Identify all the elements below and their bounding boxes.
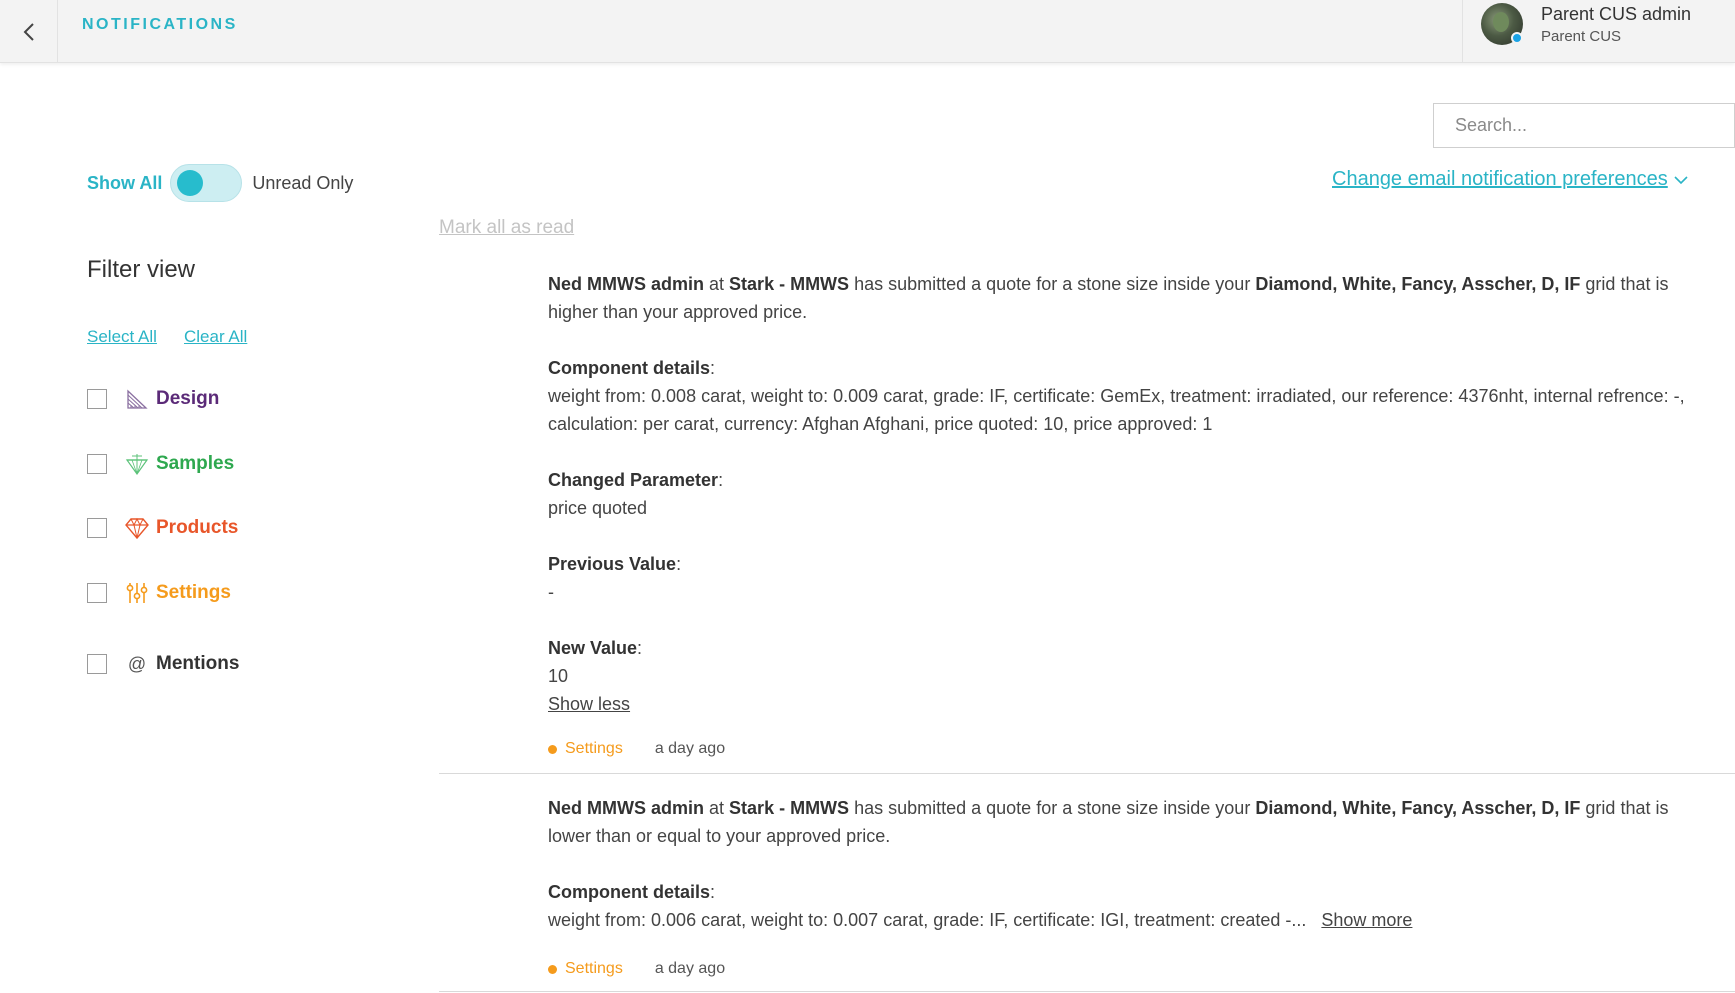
- user-name: Parent CUS admin: [1541, 4, 1692, 24]
- changed-parameter-value: price quoted: [548, 498, 648, 518]
- products-icon: [124, 515, 150, 541]
- filter-item-settings[interactable]: Settings: [87, 579, 231, 607]
- show-more-link[interactable]: Show more: [1321, 910, 1412, 930]
- author-name: Ned MMWS admin: [548, 798, 704, 818]
- grid-name: Diamond, White, Fancy, Asscher, D, IF: [1255, 798, 1581, 818]
- changed-parameter-label: Changed Parameter: [548, 470, 719, 490]
- filter-label-design: Design: [156, 388, 220, 409]
- category-label: Settings: [565, 740, 623, 757]
- settings-checkbox[interactable]: [87, 583, 107, 603]
- mark-all-read-link[interactable]: Mark all as read: [439, 217, 574, 239]
- user-menu[interactable]: Parent CUS admin Parent CUS: [1462, 0, 1735, 63]
- previous-value: -: [548, 582, 554, 602]
- notification-message: Ned MMWS admin at Stark - MMWS has submi…: [548, 794, 1698, 850]
- chevron-left-icon: [23, 22, 34, 41]
- new-value-label: New Value: [548, 638, 638, 658]
- show-all-label[interactable]: Show All: [87, 173, 162, 194]
- timestamp: a day ago: [654, 740, 726, 757]
- notification-meta: Settings a day ago: [548, 740, 725, 758]
- back-button[interactable]: [0, 0, 58, 63]
- read-filter-toggle-row: Show All Unread Only: [87, 163, 353, 203]
- message-text: has submitted a quote for a stone size i…: [854, 274, 1251, 294]
- unread-only-label[interactable]: Unread Only: [252, 173, 353, 194]
- notification-body: Ned MMWS admin at Stark - MMWS has submi…: [548, 270, 1698, 718]
- category-dot: [548, 964, 557, 974]
- products-checkbox[interactable]: [87, 518, 107, 538]
- samples-checkbox[interactable]: [87, 454, 107, 474]
- company-name: Stark - MMWS: [729, 274, 850, 294]
- show-less-link[interactable]: Show less: [548, 694, 630, 714]
- design-icon: [124, 386, 150, 412]
- page-title: NOTIFICATIONS: [82, 16, 238, 33]
- filter-item-samples[interactable]: Samples: [87, 450, 234, 478]
- component-details-value: weight from: 0.008 carat, weight to: 0.0…: [548, 386, 1685, 434]
- top-bar: NOTIFICATIONS Parent CUS admin Parent CU…: [0, 0, 1735, 63]
- at-text: at: [709, 274, 725, 294]
- message-text: has submitted a quote for a stone size i…: [854, 798, 1251, 818]
- category-label: Settings: [565, 960, 623, 977]
- filter-view-title: Filter view: [87, 256, 196, 283]
- samples-icon: [124, 451, 150, 477]
- component-details-label: Component details: [548, 882, 711, 902]
- email-preferences-label: Change email notification preferences: [1332, 168, 1668, 190]
- company-name: Stark - MMWS: [729, 798, 850, 818]
- design-checkbox[interactable]: [87, 389, 107, 409]
- timestamp: a day ago: [654, 960, 726, 977]
- new-value: 10: [548, 666, 569, 686]
- filter-label-samples: Samples: [156, 453, 235, 474]
- at-icon: @: [127, 653, 147, 674]
- user-organization: Parent CUS: [1541, 28, 1622, 45]
- filter-label-mentions: Mentions: [156, 653, 240, 674]
- search-input[interactable]: [1433, 103, 1735, 148]
- toggle-knob: [177, 170, 204, 196]
- filter-label-settings: Settings: [156, 582, 231, 603]
- previous-value-label: Previous Value: [548, 554, 677, 574]
- mentions-checkbox[interactable]: [87, 654, 107, 674]
- online-status-indicator: [1511, 32, 1523, 44]
- avatar[interactable]: [1481, 3, 1523, 45]
- unread-only-toggle[interactable]: [170, 164, 243, 202]
- category-dot: [548, 744, 557, 754]
- settings-icon: [124, 580, 150, 606]
- filter-item-products[interactable]: Products: [87, 514, 238, 542]
- clear-all-link[interactable]: Clear All: [184, 327, 247, 347]
- filter-item-mentions[interactable]: @ Mentions: [87, 650, 239, 678]
- email-preferences-link[interactable]: Change email notification preferences: [1332, 168, 1688, 191]
- avatar-face: [1493, 12, 1509, 32]
- chevron-down-icon: [1674, 176, 1688, 184]
- notification-item[interactable]: Ned MMWS admin at Stark - MMWS has submi…: [439, 262, 1735, 774]
- filter-item-design[interactable]: Design: [87, 385, 219, 413]
- component-details-label: Component details: [548, 358, 711, 378]
- notification-body: Ned MMWS admin at Stark - MMWS has submi…: [548, 794, 1698, 934]
- grid-name: Diamond, White, Fancy, Asscher, D, IF: [1255, 274, 1581, 294]
- at-text: at: [709, 798, 725, 818]
- author-name: Ned MMWS admin: [548, 274, 704, 294]
- select-all-link[interactable]: Select All: [87, 327, 157, 347]
- notification-message: Ned MMWS admin at Stark - MMWS has submi…: [548, 270, 1698, 326]
- component-details-value: weight from: 0.006 carat, weight to: 0.0…: [548, 910, 1307, 930]
- filter-label-products: Products: [156, 517, 239, 538]
- notification-meta: Settings a day ago: [548, 960, 725, 978]
- notification-item[interactable]: Ned MMWS admin at Stark - MMWS has submi…: [439, 786, 1735, 992]
